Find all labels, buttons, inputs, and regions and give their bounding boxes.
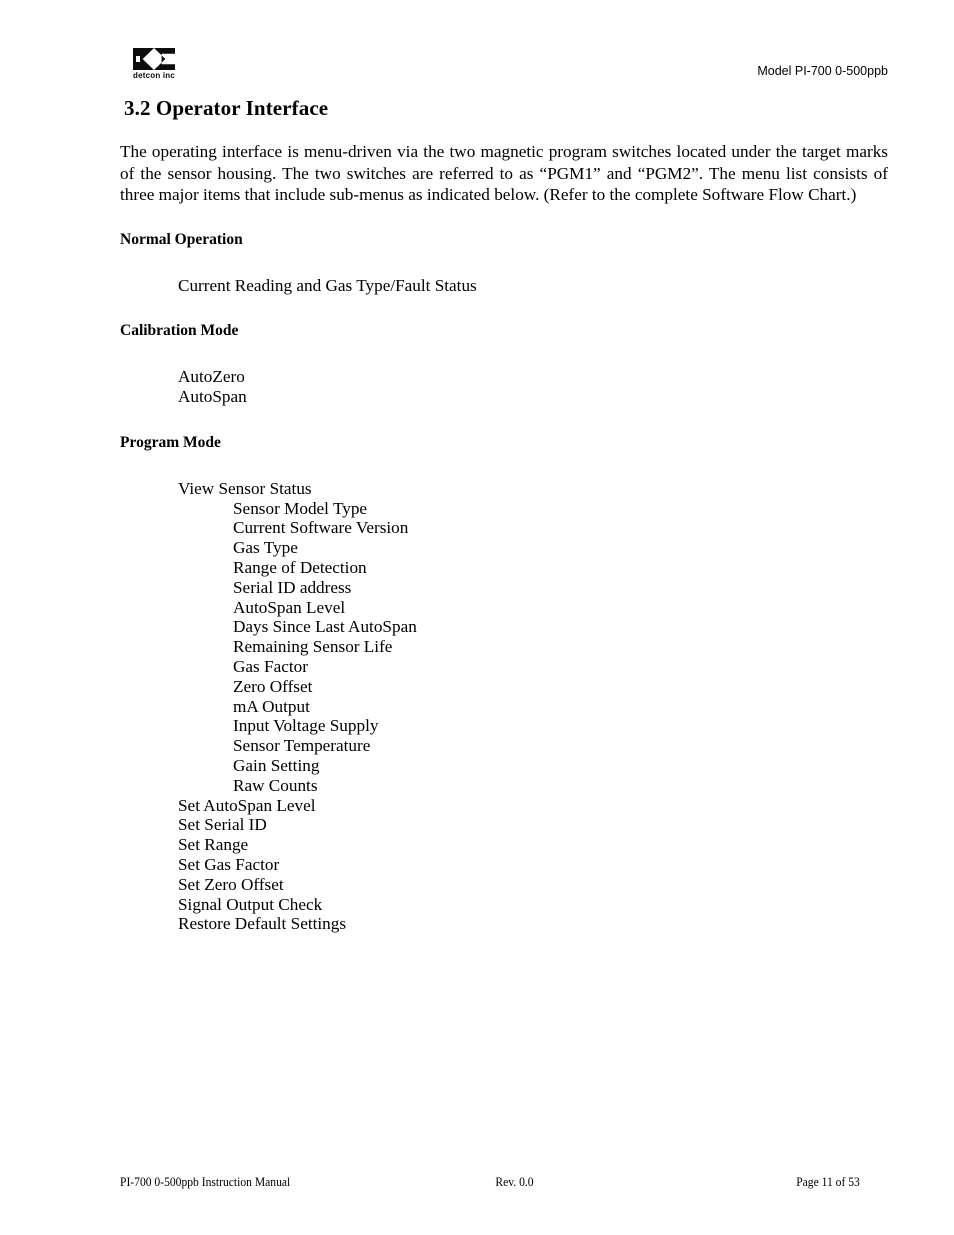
menu-item: AutoZero: [178, 367, 245, 387]
menu-group-heading: Calibration Mode: [120, 322, 239, 340]
logo-notch-icon: [135, 55, 141, 63]
menu-group: Program Mode View Sensor Status Sensor Mod…: [120, 433, 888, 934]
menu-item: Remaining Sensor Life: [233, 637, 393, 657]
intro-paragraph: The operating interface is menu-driven v…: [120, 142, 888, 204]
menu-item: AutoSpan: [178, 387, 247, 407]
logo-right-c-icon: [154, 48, 175, 70]
menu-item: Range of Detection: [233, 558, 367, 578]
menu-item: Gas Factor: [233, 657, 308, 677]
menu-group-items: View Sensor Status Sensor Model Type Curre…: [120, 479, 888, 934]
menu-group: Calibration Mode AutoZero AutoSpan: [120, 321, 888, 407]
menu-item: Sensor Temperature: [233, 736, 371, 756]
logo-left-block-icon: [133, 48, 154, 70]
menu-item: Set Serial ID: [178, 815, 267, 835]
menu-item: Set Range: [178, 835, 249, 855]
menu-item: Set Gas Factor: [178, 855, 280, 875]
header-model-text: Model PI-700 0-500ppb: [757, 64, 888, 78]
menu-group-heading: Normal Operation: [120, 230, 243, 248]
menu-item: Days Since Last AutoSpan: [233, 617, 417, 637]
menu-item: Signal Output Check: [178, 894, 323, 914]
menu-group-items: Current Reading and Gas Type/Fault Statu…: [120, 276, 888, 296]
page-footer: PI-700 0-500ppb Instruction Manual Rev. …: [120, 1175, 860, 1191]
footer-manual-title: PI-700 0-500ppb Instruction Manual: [120, 1175, 291, 1189]
menu-item: Current Reading and Gas Type/Fault Statu…: [178, 275, 477, 295]
menu-item: Raw Counts: [233, 775, 318, 795]
footer-revision: Rev. 0.0: [495, 1175, 534, 1189]
page-header: detcon inc Model PI-700 0-500ppb: [120, 46, 888, 92]
logo-wordmark: detcon inc: [133, 71, 176, 80]
menu-group: Normal Operation Current Reading and Gas …: [120, 230, 888, 296]
menu-group-items: AutoZero AutoSpan: [120, 367, 888, 407]
menu-item: Gas Type: [233, 538, 298, 558]
menu-item: Sensor Model Type: [233, 498, 368, 518]
menu-item: View Sensor Status: [178, 478, 312, 498]
menu-structure: Normal Operation Current Reading and Gas …: [120, 230, 888, 935]
detcon-dc-monogram-icon: [133, 48, 175, 70]
menu-item: Restore Default Settings: [178, 914, 347, 934]
detcon-logo: detcon inc: [133, 48, 181, 84]
menu-item: mA Output: [233, 696, 310, 716]
page-title: 3.2 Operator Interface: [124, 96, 329, 120]
menu-item: Set AutoSpan Level: [178, 795, 316, 815]
menu-item: AutoSpan Level: [233, 597, 346, 617]
document-page: detcon inc Model PI-700 0-500ppb 3.2 Ope…: [0, 0, 954, 1235]
menu-item: Serial ID address: [233, 577, 352, 597]
menu-item: Current Software Version: [233, 518, 409, 538]
menu-group-heading: Program Mode: [120, 433, 221, 451]
menu-item: Zero Offset: [233, 676, 313, 696]
menu-item: Gain Setting: [233, 756, 320, 776]
footer-page-number: Page 11 of 53: [796, 1175, 860, 1189]
menu-item: Set Zero Offset: [178, 874, 284, 894]
menu-item: Input Voltage Supply: [233, 716, 379, 736]
page-content: 3.2 Operator Interface The operating int…: [120, 96, 888, 934]
